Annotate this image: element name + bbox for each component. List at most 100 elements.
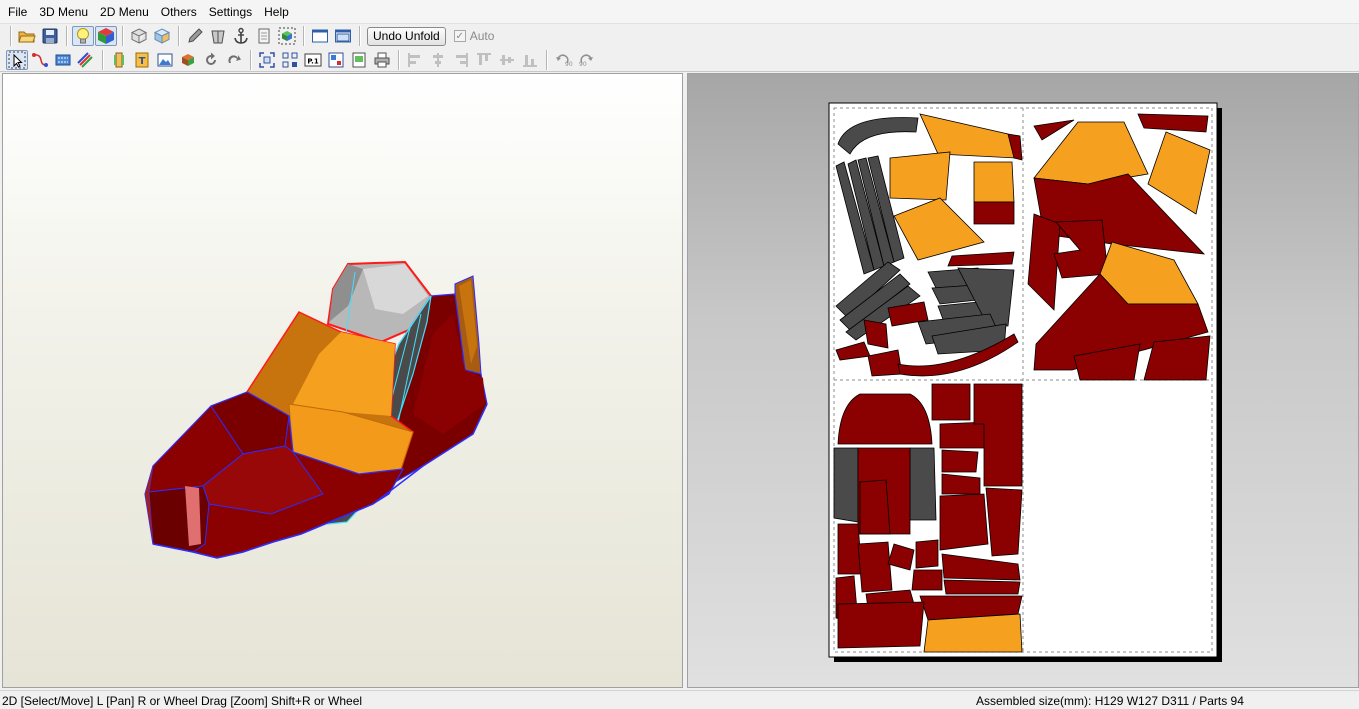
align-left-icon [408,52,420,67]
menu-settings[interactable]: Settings [203,0,258,24]
select-move-button[interactable] [6,49,28,70]
shaded-box-icon [153,28,171,44]
flap-icon [211,30,225,44]
dimension-tool-button[interactable] [253,26,275,46]
3d-model-shoe[interactable] [3,74,684,689]
rotate-left-90-button[interactable]: 90 [552,50,574,70]
pattern-parts-bottom-left[interactable] [833,383,1023,653]
undo-unfold-button[interactable]: Undo Unfold [367,26,446,46]
join-edges-button[interactable] [29,50,51,70]
toolbar-separator [398,49,400,70]
open-file-button[interactable] [16,26,38,46]
show-text-button[interactable]: T [131,50,153,70]
page-layout-icon [328,52,344,67]
page-icon [258,28,270,44]
printer-icon [374,52,390,67]
toolbar-separator [10,26,12,46]
wire-box-icon [130,28,148,44]
redo-button[interactable] [223,50,245,70]
align-center-icon [433,52,443,67]
print-preview-button[interactable] [348,50,370,70]
status-mode-hint: 2D [Select/Move] L [Pan] R or Wheel Drag… [2,694,363,708]
align-right-icon [456,52,468,67]
window-pane-icon [312,29,328,43]
tools-toolbar: T P.1 90 90 [0,48,1359,72]
align-top-button[interactable] [473,50,495,70]
menu-3d[interactable]: 3D Menu [33,0,94,24]
page-layout-button[interactable] [325,50,347,70]
save-file-button[interactable] [39,26,61,46]
join-edge-icon [32,52,48,67]
svg-text:T: T [139,56,146,67]
single-pane-button[interactable] [309,26,331,46]
floppy-disk-icon [42,28,58,44]
menu-help[interactable]: Help [258,0,295,24]
split-pane-button[interactable] [332,26,354,46]
align-middle-button[interactable] [496,50,518,70]
select-part-button[interactable] [276,26,298,46]
align-top-icon [477,53,491,65]
toolbar-separator [122,26,124,46]
insert-image-button[interactable] [177,50,199,70]
print-preview-icon [352,52,366,67]
rotate-right-icon: 90 [579,53,593,68]
light-toggle-button[interactable] [72,26,94,46]
align-left-button[interactable] [404,50,426,70]
toolbar-separator [303,26,305,46]
print-button[interactable] [371,50,393,70]
flap-tool-button[interactable] [207,26,229,46]
page-number-button[interactable]: P.1 [302,50,324,70]
pattern-sheet-canvas[interactable] [688,74,1359,689]
fit-view-button[interactable] [256,50,278,70]
texture-toggle-button[interactable] [95,26,117,46]
redo-arrow-icon [228,54,241,63]
fit-frame-icon [259,51,275,68]
checkmark-icon: ✓ [453,30,466,42]
status-bar: 2D [Select/Move] L [Pan] R or Wheel Drag… [0,690,1359,709]
show-flaps-button[interactable] [108,50,130,70]
toolbar-separator [102,49,104,70]
toolbar-separator [250,49,252,70]
menu-2d[interactable]: 2D Menu [94,0,155,24]
auto-checkbox[interactable]: ✓ Auto [453,29,495,43]
align-center-button[interactable] [427,50,449,70]
rotate-right-90-button[interactable]: 90 [575,50,597,70]
arrange-grid-icon [282,52,298,67]
light-bulb-icon [77,28,89,44]
select-arrow-icon [8,51,26,68]
menu-bar: File 3D Menu 2D Menu Others Settings Hel… [0,0,1359,24]
rotate-left-icon: 90 [556,53,573,68]
edit-tool-button[interactable] [184,26,206,46]
2d-pattern-pane[interactable] [687,73,1359,688]
pencil-icon [188,28,203,43]
menu-file[interactable]: File [2,0,33,24]
anchor-tool-button[interactable] [230,26,252,46]
menu-others[interactable]: Others [155,0,203,24]
align-right-button[interactable] [450,50,472,70]
rotate-arrow-icon [206,52,216,65]
rotate-part-button[interactable] [200,50,222,70]
toolbar-separator [546,49,548,70]
show-image-button[interactable] [154,50,176,70]
align-bottom-icon [523,54,537,66]
window-split-icon [335,29,351,43]
align-middle-icon [500,54,514,65]
fold-lines-button[interactable] [52,50,74,70]
color-cube-icon [98,28,114,44]
color-edges-button[interactable] [75,50,97,70]
picture-icon [157,53,173,66]
toolbar-separator [178,26,180,46]
toolbar-separator [66,26,68,46]
3d-view-pane[interactable] [2,73,683,688]
wireframe-view-button[interactable] [128,26,150,46]
auto-checkbox-label: Auto [469,29,495,43]
text-frame-icon: T [135,52,149,67]
striped-pencil-icon [77,51,93,68]
svg-text:90: 90 [565,61,573,68]
align-bottom-button[interactable] [519,50,541,70]
arrange-parts-button[interactable] [279,50,301,70]
anchor-icon [234,27,248,44]
pattern-parts-top-right[interactable] [1027,113,1211,381]
shaded-view-button[interactable] [151,26,173,46]
svg-text:90: 90 [579,61,587,68]
